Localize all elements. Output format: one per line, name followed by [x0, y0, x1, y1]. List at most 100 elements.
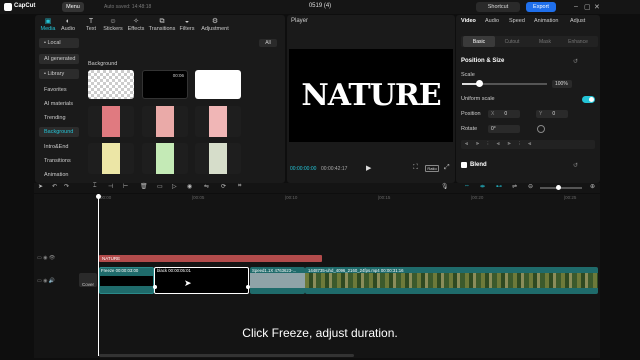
sidebar-item-intro-end[interactable]: Intro&End — [39, 142, 79, 152]
background-thumb-sage[interactable] — [195, 143, 241, 174]
text-clip-nature[interactable]: NATURE — [99, 255, 322, 262]
tab-animation[interactable]: Animation — [534, 18, 558, 24]
sidebar-item-library[interactable]: • Library — [39, 69, 79, 79]
shortcut-button[interactable]: Shortcut — [476, 2, 520, 12]
subtab-basic[interactable]: Basic — [463, 36, 495, 47]
crop-icon[interactable]: ⌗ — [238, 183, 241, 190]
split-icon[interactable]: ⌶ — [93, 183, 97, 190]
background-thumb-white[interactable] — [195, 70, 241, 99]
microphone-icon[interactable]: 🎙 — [441, 183, 449, 190]
tab-adjustment[interactable]: ⚙ Adjustment — [200, 15, 230, 35]
freeze-icon[interactable]: ◉ — [187, 183, 192, 190]
position-x-input[interactable]: X0 — [488, 110, 520, 118]
select-tool-icon[interactable]: ➤ — [38, 183, 43, 190]
time-tick: |00:25 — [564, 195, 577, 200]
split-left-icon[interactable]: ⊣ — [108, 183, 113, 190]
align-toolbar[interactable]: ⫷⫸⫶⫷⫸⫶⫷ — [461, 140, 595, 149]
freeze-clip-label: Freeze 00:00:03:00 — [101, 268, 139, 273]
link-icon[interactable]: ⇔ — [464, 183, 470, 189]
fullscreen-icon[interactable]: ⤢ — [444, 164, 450, 172]
reset-icon[interactable]: ↺ — [573, 162, 578, 169]
forest-clip-label: 1448735-uhd_4096_2160_24fps.mp4 00:00:31… — [308, 268, 404, 273]
media-icon: ▣ — [44, 18, 52, 25]
background-thumb-transparent[interactable] — [88, 70, 134, 99]
background-thumb-yellow[interactable] — [88, 143, 134, 174]
blend-checkbox[interactable] — [461, 162, 467, 168]
export-button[interactable]: Export — [526, 2, 556, 12]
sidebar-item-ai-generated[interactable]: AI generated — [39, 54, 79, 64]
transitions-icon: ⧉ — [159, 18, 165, 25]
sidebar-item-trending[interactable]: Trending — [39, 113, 79, 123]
sidebar-item-background[interactable]: Background — [39, 127, 79, 137]
mirror-icon[interactable]: ⇋ — [204, 183, 209, 190]
play-icon[interactable]: ▶ — [366, 164, 371, 172]
background-thumb-green[interactable] — [142, 143, 188, 174]
tab-speed[interactable]: Speed — [509, 18, 525, 24]
maximize-icon[interactable]: ▢ — [584, 3, 591, 11]
rotate-dial-icon[interactable] — [537, 125, 545, 133]
sidebar-item-favorites[interactable]: Favorites — [39, 85, 79, 95]
tab-video[interactable]: Video — [461, 18, 476, 24]
menu-button[interactable]: Menu — [62, 2, 84, 12]
timeline-scrollbar[interactable] — [99, 354, 354, 357]
split-right-icon[interactable]: ⊢ — [123, 183, 128, 190]
rotate-input[interactable]: 0° — [488, 125, 520, 133]
play-reverse-icon[interactable]: ▷ — [172, 183, 177, 190]
zoom-slider-handle[interactable] — [556, 185, 561, 190]
capcut-logo-icon — [4, 3, 12, 11]
position-size-header: Position & Size — [461, 58, 505, 64]
tab-filters[interactable]: ◒ Filters — [174, 15, 200, 35]
autosave-status: Auto saved: 14:48:18 — [104, 4, 152, 10]
sidebar-item-local[interactable]: • Local — [39, 38, 79, 48]
blend-label: Blend — [470, 162, 487, 168]
time-tick: 00:00 — [100, 195, 112, 200]
mask-icon[interactable]: ▭ — [157, 183, 163, 190]
current-timecode: 00:00:00:00 — [290, 166, 317, 172]
reset-icon[interactable]: ↺ — [573, 58, 578, 65]
background-thumb-red[interactable] — [88, 106, 134, 137]
time-tick: |00:05 — [192, 195, 205, 200]
cover-button[interactable]: Cover — [79, 273, 97, 287]
subtab-cutout[interactable]: Cutout — [496, 36, 528, 47]
subtab-enhance[interactable]: Enhance — [562, 36, 594, 47]
close-icon[interactable]: ✕ — [594, 3, 600, 11]
sidebar-item-ai-materials[interactable]: AI materials — [39, 99, 79, 109]
snap-icon[interactable]: ⇹ — [480, 183, 485, 190]
tab-adjust[interactable]: Adjust — [570, 18, 585, 24]
sidebar-item-transitions[interactable]: Transitions — [39, 156, 79, 166]
subtab-mask[interactable]: Mask — [529, 36, 561, 47]
video-track-controls[interactable]: ▭ ◉ 🔊 — [37, 278, 55, 284]
magnet-icon[interactable]: ⊷ — [496, 183, 502, 190]
background-thumb-black[interactable]: 00:06 — [142, 70, 188, 99]
filter-all-button[interactable]: All — [259, 39, 277, 47]
background-thumb-rose[interactable] — [142, 106, 188, 137]
redo-icon[interactable]: ↷ — [64, 183, 69, 190]
text-icon: T — [88, 18, 94, 25]
text-track-controls[interactable]: ▭ ◉ 👁 — [37, 255, 55, 261]
rotate-icon[interactable]: ⟳ — [221, 183, 226, 190]
project-title: 0519 (4) — [308, 3, 332, 9]
trim-handle-left[interactable] — [153, 285, 157, 289]
zoom-fit-icon[interactable]: ⊕ — [590, 183, 595, 190]
position-y-input[interactable]: Y0 — [536, 110, 568, 118]
tab-effects[interactable]: ✧ Effects — [123, 15, 149, 35]
preview-axis-icon[interactable]: ⇌ — [512, 183, 517, 190]
uniform-scale-label: Uniform scale — [461, 96, 495, 102]
playhead-handle[interactable] — [96, 194, 101, 199]
adjustment-icon: ⚙ — [211, 18, 219, 25]
zoom-slider[interactable] — [540, 187, 582, 189]
tab-audio-inspector[interactable]: Audio — [485, 18, 499, 24]
undo-icon[interactable]: ↶ — [52, 183, 57, 190]
minimize-icon[interactable]: – — [574, 3, 578, 10]
delete-icon[interactable]: 🗑 — [140, 183, 148, 190]
scale-input[interactable]: 100% — [552, 80, 572, 88]
sidebar-item-animation[interactable]: Animation — [39, 170, 79, 180]
background-thumb-pink[interactable] — [195, 106, 241, 137]
tab-transitions[interactable]: ⧉ Transitions — [149, 15, 176, 35]
speed-clip-label: Speed1.1X 4763623-... — [252, 268, 297, 273]
total-timecode: 00:00:42:17 — [321, 166, 348, 172]
ratio-button[interactable]: Ratio — [425, 165, 439, 172]
zoom-out-icon[interactable]: ⊖ — [528, 183, 533, 190]
fit-icon[interactable]: ⛶ — [413, 164, 418, 172]
scale-slider-handle[interactable] — [476, 80, 483, 87]
